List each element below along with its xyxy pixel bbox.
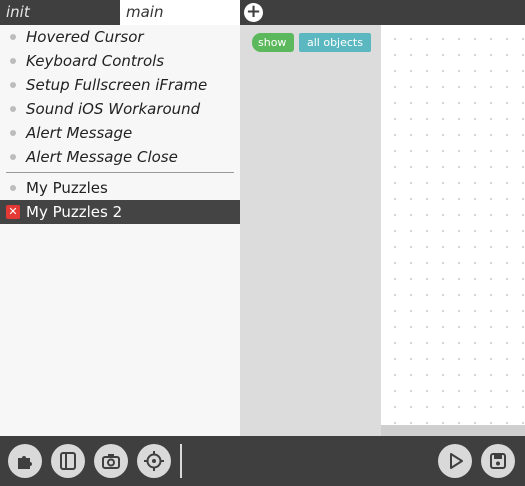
list-item-hovered-cursor[interactable]: Hovered Cursor [0, 25, 240, 49]
bullet-icon [10, 82, 16, 88]
crosshair-icon[interactable] [137, 444, 171, 478]
bullet-icon [10, 106, 16, 112]
bottom-toolbar [0, 436, 525, 486]
tab-init[interactable]: init [0, 0, 120, 25]
list-item-keyboard-controls[interactable]: Keyboard Controls [0, 49, 240, 73]
plus-icon[interactable]: + [244, 3, 263, 22]
block-all-objects[interactable]: all objects [299, 33, 371, 52]
camera-icon[interactable] [94, 444, 128, 478]
list-item-setup-fullscreen-iframe[interactable]: Setup Fullscreen iFrame [0, 73, 240, 97]
block-show[interactable]: show [252, 33, 295, 52]
bullet-icon [10, 154, 16, 160]
list-item-my-puzzles[interactable]: My Puzzles [0, 176, 240, 200]
list-item-my-puzzles-2[interactable]: ✕ My Puzzles 2 [0, 200, 240, 224]
frame-icon[interactable] [51, 444, 85, 478]
save-icon[interactable] [481, 444, 515, 478]
block-flyout [240, 25, 381, 436]
bullet-icon [10, 185, 16, 191]
close-icon[interactable]: ✕ [6, 205, 20, 219]
toolbar-separator [180, 444, 182, 478]
list-item-label: My Puzzles 2 [26, 203, 123, 221]
list-item-sound-ios-workaround[interactable]: Sound iOS Workaround [0, 97, 240, 121]
list-item-label: Sound iOS Workaround [26, 100, 201, 118]
list-item-label: Setup Fullscreen iFrame [26, 76, 208, 94]
horizontal-scrollbar[interactable] [381, 425, 525, 436]
list-item-label: Keyboard Controls [26, 52, 165, 70]
list-item-alert-message[interactable]: Alert Message [0, 121, 240, 145]
tab-bar: init main + [0, 0, 525, 25]
puzzle-list-sidebar: Hovered Cursor Keyboard Controls Setup F… [0, 25, 240, 436]
list-item-label: My Puzzles [26, 179, 108, 197]
bullet-icon [10, 130, 16, 136]
list-item-alert-message-close[interactable]: Alert Message Close [0, 145, 240, 169]
play-icon[interactable] [438, 444, 472, 478]
list-item-label: Hovered Cursor [26, 28, 144, 46]
workspace-canvas[interactable] [381, 25, 525, 425]
bullet-icon [10, 34, 16, 40]
list-item-label: Alert Message [26, 124, 133, 142]
bullet-icon [10, 58, 16, 64]
puzzle-icon[interactable] [8, 444, 42, 478]
list-item-label: Alert Message Close [26, 148, 178, 166]
tab-main[interactable]: main [120, 0, 240, 25]
divider [6, 172, 234, 173]
